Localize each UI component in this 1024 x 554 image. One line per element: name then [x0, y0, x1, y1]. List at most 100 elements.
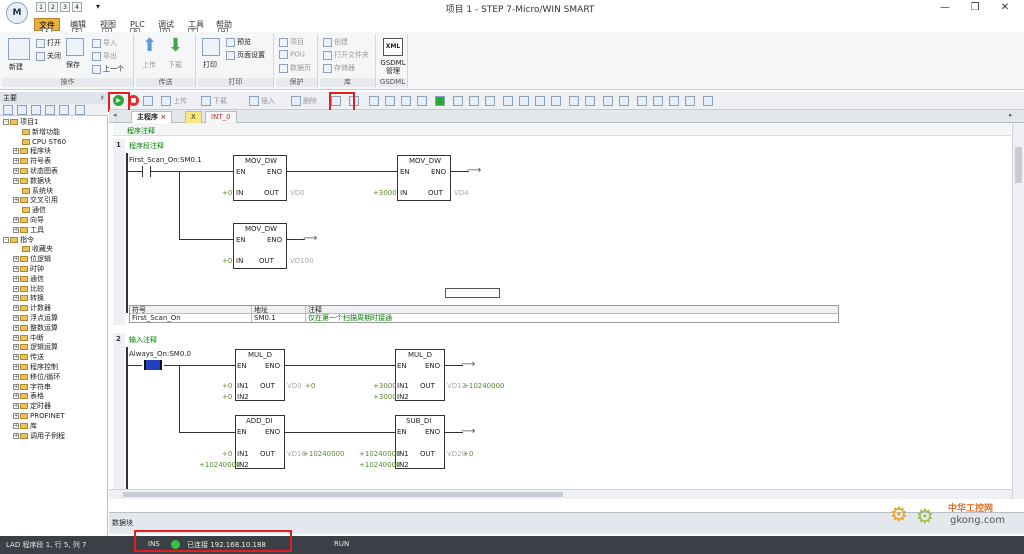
tree-item[interactable]: + 中断: [13, 334, 44, 343]
expand-icon[interactable]: +: [13, 226, 19, 233]
tree-item[interactable]: + 字符串: [13, 383, 51, 392]
tree-item[interactable]: + 传送: [13, 353, 44, 362]
tree-item[interactable]: + 比较: [13, 285, 44, 294]
open-button[interactable]: 打开: [36, 38, 61, 48]
tree-tool-3-icon[interactable]: [31, 105, 41, 115]
tree-item[interactable]: + 时钟: [13, 265, 44, 274]
line-up-icon[interactable]: [585, 96, 595, 106]
tree-item[interactable]: + 定时器: [13, 402, 51, 411]
save-button[interactable]: 保存: [66, 60, 80, 70]
export-button[interactable]: 导出: [92, 51, 117, 61]
tab-scroll-left-icon[interactable]: ◂: [113, 111, 117, 119]
expand-icon[interactable]: +: [13, 158, 19, 165]
line-right-icon[interactable]: [551, 96, 561, 106]
tree-item[interactable]: + 通信: [13, 275, 44, 284]
tree-item[interactable]: 通信: [13, 206, 46, 215]
mul-d-1-out-address[interactable]: VD0: [287, 382, 302, 390]
tree-item[interactable]: 收藏夹: [13, 245, 53, 254]
tree-item[interactable]: + 位逻辑: [13, 255, 51, 264]
expand-icon[interactable]: +: [13, 432, 19, 439]
pin-icon[interactable]: ♯: [101, 92, 104, 104]
editor-vertical-scrollbar[interactable]: [1012, 123, 1024, 499]
expand-icon[interactable]: +: [13, 168, 19, 174]
toolbar-download-label[interactable]: 下载: [213, 96, 227, 106]
properties-icon[interactable]: [703, 96, 713, 106]
toolbar-upload-label[interactable]: 上传: [173, 96, 187, 106]
bottom-panel-title[interactable]: 数据块: [112, 518, 133, 528]
toolbar-insert-label[interactable]: 插入: [261, 96, 275, 106]
expand-icon[interactable]: +: [13, 305, 19, 312]
insert-row-icon[interactable]: [503, 96, 513, 106]
network-2-comment[interactable]: 输入注释: [129, 335, 157, 345]
line-down-icon[interactable]: [569, 96, 579, 106]
status-chart-icon[interactable]: [369, 96, 379, 106]
tab-close-icon[interactable]: ×: [160, 113, 166, 121]
tree-item[interactable]: + 调用子例程: [13, 432, 65, 441]
tree-item[interactable]: + 数据块: [13, 177, 51, 186]
quick-access-3[interactable]: 3: [60, 2, 70, 12]
tree-item[interactable]: + 程序块: [13, 147, 51, 156]
expand-icon[interactable]: +: [13, 275, 19, 282]
insert-icon[interactable]: [249, 96, 259, 106]
expand-icon[interactable]: +: [13, 422, 19, 429]
network-1-contact-label[interactable]: First_Scan_On:SM0.1: [129, 156, 202, 164]
tree-item[interactable]: + 交叉引用: [13, 196, 58, 205]
previous-button[interactable]: 上一个: [92, 64, 124, 74]
expand-icon[interactable]: +: [13, 197, 19, 204]
editor-horizontal-scrollbar[interactable]: [109, 489, 1012, 499]
quick-access-1[interactable]: 1: [36, 2, 46, 12]
expand-icon[interactable]: +: [13, 217, 19, 223]
gsdml-manage-button[interactable]: GSDML 管理: [380, 59, 406, 75]
tree-item[interactable]: + 逻辑运算: [13, 343, 58, 352]
tree-item[interactable]: + 工具: [13, 226, 44, 235]
tab-main-program[interactable]: 主程序 ×: [131, 111, 173, 123]
pou-comment-icon[interactable]: [685, 96, 695, 106]
mov-dw-1-in-value[interactable]: +0: [222, 189, 232, 197]
tree-item[interactable]: + 浮点运算: [13, 314, 58, 323]
coil-icon[interactable]: [603, 96, 613, 106]
open-library-folder-button[interactable]: 打开文件夹: [323, 50, 369, 60]
create-library-button[interactable]: 创建: [323, 37, 348, 47]
tab-scroll-right-icon[interactable]: ▸: [1009, 111, 1013, 119]
download-icon[interactable]: [201, 96, 211, 106]
unforce-icon[interactable]: [401, 96, 411, 106]
import-button[interactable]: 导入: [92, 38, 117, 48]
expand-icon[interactable]: +: [13, 177, 19, 184]
preview-button[interactable]: 预览: [226, 37, 251, 47]
tree-item[interactable]: + PROFINET: [13, 412, 65, 421]
mov-dw-2-in-value[interactable]: +3000: [373, 189, 397, 197]
mov-dw-3-in-value[interactable]: +0: [222, 257, 232, 265]
expand-icon[interactable]: +: [13, 334, 19, 341]
force-icon[interactable]: [385, 96, 395, 106]
network-comment-icon[interactable]: [637, 96, 647, 106]
go-icon[interactable]: [435, 96, 445, 106]
expand-icon[interactable]: +: [13, 364, 19, 370]
expand-icon[interactable]: +: [13, 256, 19, 263]
network-2-contact-label[interactable]: Always_On:SM0.0: [129, 350, 191, 358]
bookmark-prev-icon[interactable]: [469, 96, 479, 106]
tree-tool-2-icon[interactable]: [17, 105, 27, 115]
quick-access-2[interactable]: 2: [48, 2, 58, 12]
horizontal-scroll-thumb[interactable]: [123, 492, 563, 497]
tree-item[interactable]: 新增功能: [13, 128, 60, 137]
tree-item[interactable]: - 指令: [3, 236, 34, 245]
bookmark-next-icon[interactable]: [485, 96, 495, 106]
protect-data-page-button[interactable]: 数据页: [279, 63, 311, 73]
close-project-button[interactable]: 关闭: [36, 51, 61, 61]
mov-dw-2-out-address[interactable]: VD4: [454, 189, 469, 197]
expand-icon[interactable]: +: [13, 373, 19, 380]
tree-item[interactable]: + 向导: [13, 216, 44, 225]
mov-dw-3-out-address[interactable]: VD100: [290, 257, 314, 265]
expand-icon[interactable]: +: [13, 295, 19, 302]
expand-icon[interactable]: +: [13, 413, 19, 419]
expand-icon[interactable]: +: [13, 285, 19, 292]
expand-icon[interactable]: +: [13, 383, 19, 390]
expand-icon[interactable]: +: [13, 148, 19, 155]
network-2-contact-energized[interactable]: [144, 360, 162, 370]
compile-icon[interactable]: [143, 96, 153, 106]
quick-access-dropdown-icon[interactable]: ▾: [96, 2, 100, 11]
tree-tool-6-icon[interactable]: [75, 105, 85, 115]
delete-icon[interactable]: [291, 96, 301, 106]
new-button[interactable]: 新建: [9, 62, 23, 72]
tree-item[interactable]: CPU ST60: [13, 138, 66, 147]
